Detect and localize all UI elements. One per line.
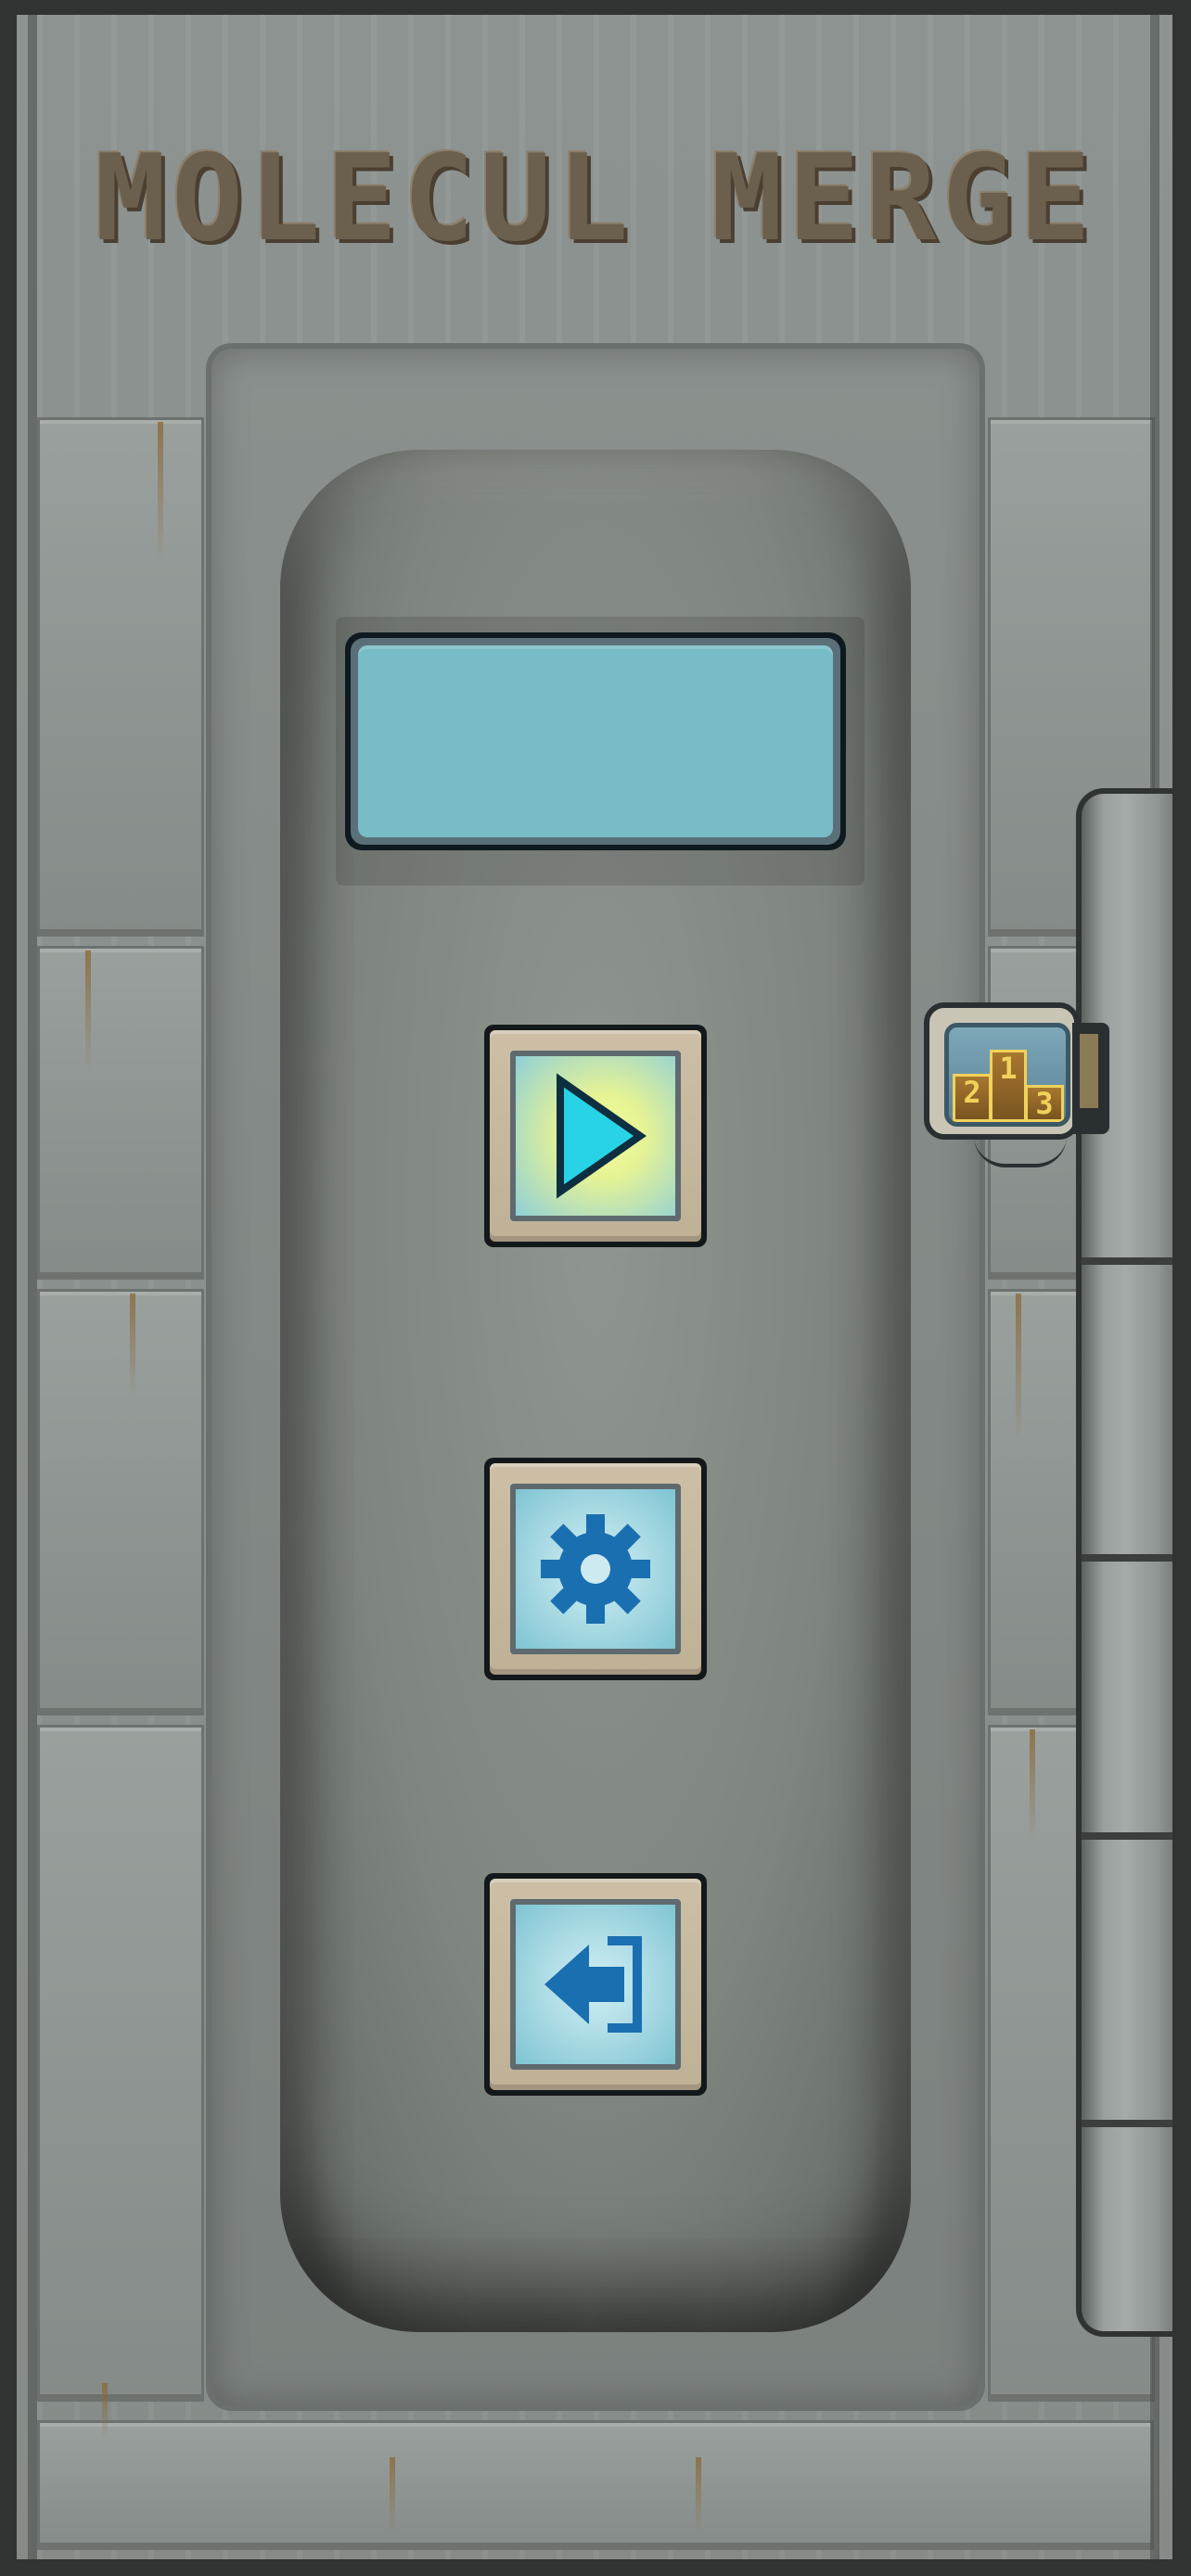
podium-second: 2 (953, 1074, 992, 1122)
rust-stain (696, 2457, 701, 2531)
main-menu-screen: MOLECUL MERGE 2 1 3 (0, 0, 1191, 2576)
frame-edge (28, 0, 37, 2576)
wall-panel (37, 946, 204, 1280)
play-button[interactable] (484, 1025, 707, 1247)
settings-button-frame (490, 1463, 701, 1675)
play-button-face (510, 1051, 681, 1221)
podium-icon: 2 1 3 (944, 1023, 1070, 1127)
exit-button-face (510, 1899, 681, 2070)
settings-button[interactable] (484, 1458, 707, 1680)
rust-stain (130, 1294, 135, 1396)
play-button-frame (490, 1030, 701, 1242)
rust-stain (1016, 1294, 1021, 1442)
leaderboard-bracket-plate (1080, 1034, 1098, 1108)
wall-panel (37, 1725, 204, 2402)
podium-third: 3 (1025, 1085, 1064, 1122)
leaderboard-monitor: 2 1 3 (924, 1002, 1080, 1140)
rust-stain (390, 2457, 395, 2531)
rust-stain (102, 2383, 108, 2439)
game-title: MOLECUL MERGE (95, 130, 1096, 268)
wall-panel (37, 417, 204, 937)
pipe-joint (1082, 1257, 1191, 1265)
pipe-joint (1082, 1554, 1191, 1562)
rust-stain (85, 950, 91, 1071)
settings-button-face (510, 1484, 681, 1654)
rust-stain (1030, 1729, 1035, 1841)
exit-arrow-icon (544, 1936, 642, 2033)
gear-icon (541, 1514, 650, 1624)
play-icon (557, 1073, 647, 1199)
display-bezel (351, 638, 840, 845)
wall-panel (37, 2420, 1154, 2550)
exit-button-frame (490, 1879, 701, 2090)
pipe-joint (1082, 1832, 1191, 1840)
leaderboard-bracket (1072, 1023, 1109, 1134)
wall-pipe (1076, 788, 1191, 2337)
display-screen (358, 645, 833, 837)
pipe-joint (1082, 2120, 1191, 2127)
wall-panel (37, 1289, 204, 1715)
leaderboard-button[interactable]: 2 1 3 (918, 997, 1109, 1167)
display-panel (345, 632, 846, 850)
exit-button[interactable] (484, 1873, 707, 2096)
rust-stain (158, 422, 163, 561)
podium-first: 1 (990, 1050, 1027, 1122)
